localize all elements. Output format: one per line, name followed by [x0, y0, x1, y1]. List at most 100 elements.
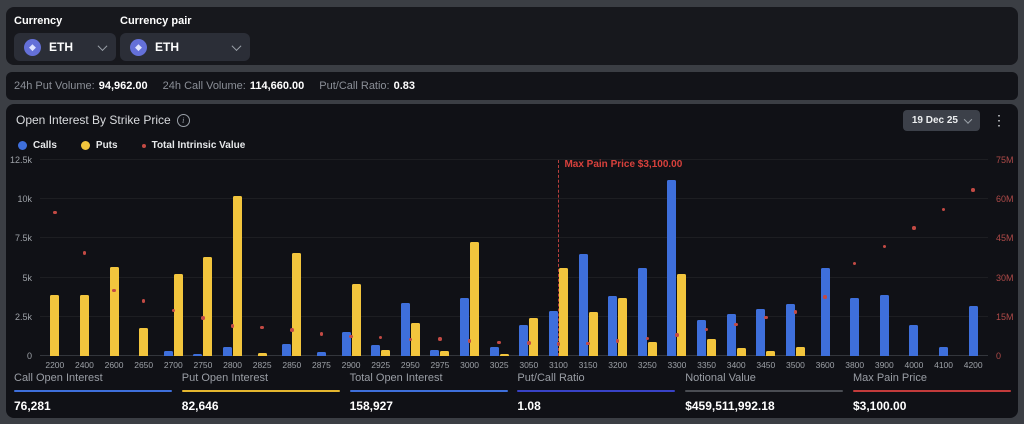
strike-bar-group-3300	[662, 180, 692, 356]
intrinsic-value-dot	[349, 335, 353, 339]
intrinsic-value-dot	[853, 262, 857, 266]
legend-marker-icon	[18, 141, 27, 150]
strike-bar-group-3800	[840, 298, 870, 356]
intrinsic-value-dot	[971, 188, 975, 192]
left-axis-tick: 2.5k	[15, 312, 32, 322]
strike-label: 3800	[845, 360, 864, 370]
currency-value: ETH	[49, 40, 73, 54]
open-interest-chart-panel: Open Interest By Strike Price i 19 Dec 2…	[6, 104, 1018, 418]
puts-bar	[559, 268, 568, 356]
footer-stat-put-open-interest: Put Open Interest82,646	[182, 372, 340, 413]
calls-bar	[821, 268, 830, 356]
strike-bar-group-3200	[603, 296, 633, 356]
put-call-ratio-stat: Put/Call Ratio:0.83	[319, 80, 415, 92]
footer-stat-put-call-ratio: Put/Call Ratio1.08	[517, 372, 675, 413]
put-volume-stat: 24h Put Volume:94,962.00	[14, 80, 148, 92]
right-axis-tick: 15M	[996, 312, 1014, 322]
intrinsic-value-dot	[497, 341, 501, 345]
filter-panel: Currency ◆ ETH Currency pair ◆ ETH	[6, 7, 1018, 65]
puts-bar	[648, 342, 657, 356]
puts-bar	[233, 196, 242, 356]
currency-pair-value: ETH	[155, 40, 179, 54]
chart-plot-area: Max Pain Price $3,100.00	[40, 160, 988, 356]
chart-legend: Calls Puts Total Intrinsic Value	[18, 140, 245, 151]
calls-bar	[880, 295, 889, 356]
summary-footer: Call Open Interest76,281Put Open Interes…	[6, 372, 1018, 418]
strike-label: 2850	[282, 360, 301, 370]
strike-bar-group-2800	[218, 196, 248, 356]
strike-label: 2400	[75, 360, 94, 370]
strike-label: 3500	[786, 360, 805, 370]
legend-item-calls[interactable]: Calls	[18, 140, 57, 151]
calls-bar	[667, 180, 676, 356]
strike-bar-group-2925	[366, 345, 396, 356]
calls-bar	[164, 351, 173, 356]
intrinsic-value-dot	[379, 336, 383, 340]
currency-pair-label: Currency pair	[120, 15, 250, 27]
calls-bar	[317, 352, 326, 356]
strike-bar-group-2650	[129, 328, 159, 356]
puts-bar	[258, 353, 267, 356]
puts-bar	[352, 284, 361, 356]
call-volume-stat: 24h Call Volume:114,660.00	[163, 80, 305, 92]
strike-bar-group-3600	[810, 268, 840, 356]
expiry-date-value: 19 Dec 25	[912, 115, 958, 126]
calls-bar	[850, 298, 859, 356]
info-icon[interactable]: i	[177, 114, 190, 127]
strike-bar-group-3900	[870, 295, 900, 356]
puts-bar	[440, 351, 449, 356]
strike-label: 2800	[223, 360, 242, 370]
intrinsic-value-dot	[201, 316, 205, 320]
strike-bar-group-2900	[336, 284, 366, 356]
strike-label: 2925	[371, 360, 390, 370]
footer-stat-total-open-interest: Total Open Interest158,927	[350, 372, 508, 413]
right-axis-tick: 30M	[996, 273, 1014, 283]
calls-bar	[371, 345, 380, 356]
legend-item-puts[interactable]: Puts	[81, 140, 118, 151]
calls-bar	[727, 314, 736, 356]
right-axis-tick: 60M	[996, 194, 1014, 204]
puts-bar	[203, 257, 212, 356]
footer-stat-value: 1.08	[517, 392, 675, 413]
put-volume-value: 94,962.00	[99, 80, 148, 92]
intrinsic-value-dot	[142, 299, 146, 303]
strike-bar-group-2200	[40, 295, 70, 356]
legend-item-total-intrinsic-value[interactable]: Total Intrinsic Value	[142, 140, 246, 151]
strike-bar-group-3025	[484, 347, 514, 356]
puts-bar	[796, 347, 805, 356]
puts-bar	[529, 318, 538, 356]
puts-bar	[707, 339, 716, 356]
puts-bar	[139, 328, 148, 356]
put-call-ratio-value: 0.83	[394, 80, 415, 92]
calls-bar	[460, 298, 469, 356]
strike-label: 4000	[904, 360, 923, 370]
intrinsic-value-dot	[942, 208, 946, 212]
strike-label: 3050	[519, 360, 538, 370]
puts-bar	[737, 348, 746, 356]
calls-bar	[608, 296, 617, 356]
strike-label: 2875	[312, 360, 331, 370]
expiry-date-dropdown[interactable]: 19 Dec 25	[903, 110, 980, 131]
intrinsic-value-dot	[53, 211, 57, 215]
puts-bar	[292, 253, 301, 356]
strike-label: 4200	[964, 360, 983, 370]
currency-pair-dropdown[interactable]: ◆ ETH	[120, 33, 250, 61]
strike-label: 3400	[727, 360, 746, 370]
strike-bar-group-3400	[721, 314, 751, 356]
gridline	[40, 237, 988, 238]
intrinsic-value-dot	[231, 324, 235, 328]
currency-dropdown[interactable]: ◆ ETH	[14, 33, 116, 61]
footer-stat-value: $3,100.00	[853, 392, 1011, 413]
strike-label: 2900	[342, 360, 361, 370]
strike-label: 2600	[105, 360, 124, 370]
puts-bar	[110, 267, 119, 356]
strike-label: 2650	[134, 360, 153, 370]
calls-bar	[697, 320, 706, 356]
kebab-menu-icon[interactable]: ⋮	[990, 110, 1008, 131]
right-axis-tick: 75M	[996, 155, 1014, 165]
strike-label: 4100	[934, 360, 953, 370]
gridline	[40, 198, 988, 199]
strike-label: 2200	[45, 360, 64, 370]
strike-bar-group-4100	[929, 347, 959, 356]
call-volume-label: 24h Call Volume:	[163, 80, 246, 92]
